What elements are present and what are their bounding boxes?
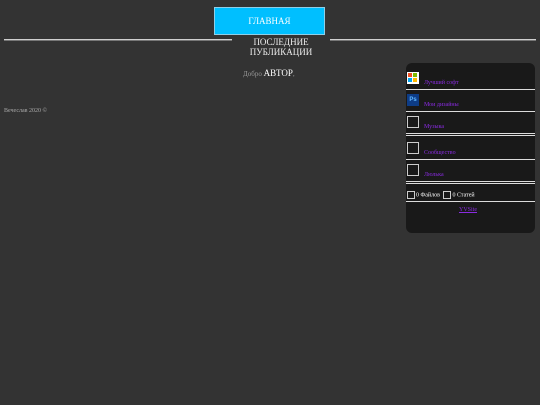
- home-button[interactable]: ГЛАВНАЯ: [214, 7, 325, 35]
- stats-divider: [406, 201, 535, 202]
- sidebar-separator: [406, 183, 535, 185]
- sidebar-item-community[interactable]: Сообщество: [406, 138, 535, 160]
- sidebar-panel: Лучший софт Ps Мои дизайны Музыка Сообще…: [406, 63, 535, 233]
- broken-image-icon: [407, 142, 419, 154]
- sidebar-item-label: Лучший софт: [424, 80, 459, 86]
- recent-publications-heading: ПОСЛЕДНИЕ ПУБЛИКАЦИИ: [232, 37, 330, 57]
- photoshop-icon: Ps: [407, 94, 419, 106]
- copyright-text: Вечеслав 2020 ©: [4, 108, 48, 114]
- sidebar-item-best-software[interactable]: Лучший софт: [406, 68, 535, 90]
- site-link[interactable]: YVSite: [459, 207, 477, 213]
- sidebar-item-music[interactable]: Музыка: [406, 112, 535, 134]
- files-count: 0 Файлов: [416, 192, 440, 199]
- welcome-suffix: ,: [292, 70, 295, 78]
- articles-count: 0 Статей: [452, 192, 475, 199]
- sidebar-item-label: Музыка: [424, 124, 445, 130]
- broken-image-icon: [407, 116, 419, 128]
- sidebar-item-label: Мои дизайны: [424, 102, 459, 108]
- sidebar-item-my-designs[interactable]: Ps Мои дизайны: [406, 90, 535, 112]
- welcome-prefix: Добро: [243, 70, 262, 78]
- sidebar-item-label: Люлька: [424, 172, 444, 178]
- sidebar-item-label: Сообщество: [424, 150, 456, 156]
- sidebar-item-cradle[interactable]: Люлька: [406, 160, 535, 182]
- articles-icon: [443, 191, 452, 199]
- stats-row: 0 Файлов 0 Статей: [407, 191, 475, 199]
- broken-image-icon: [407, 164, 419, 176]
- welcome-text: Добро АВТОР,: [243, 68, 295, 78]
- author-link[interactable]: АВТОР: [264, 68, 293, 78]
- sidebar-separator: [406, 135, 535, 137]
- files-icon: [407, 191, 415, 199]
- windows-icon: [407, 72, 419, 84]
